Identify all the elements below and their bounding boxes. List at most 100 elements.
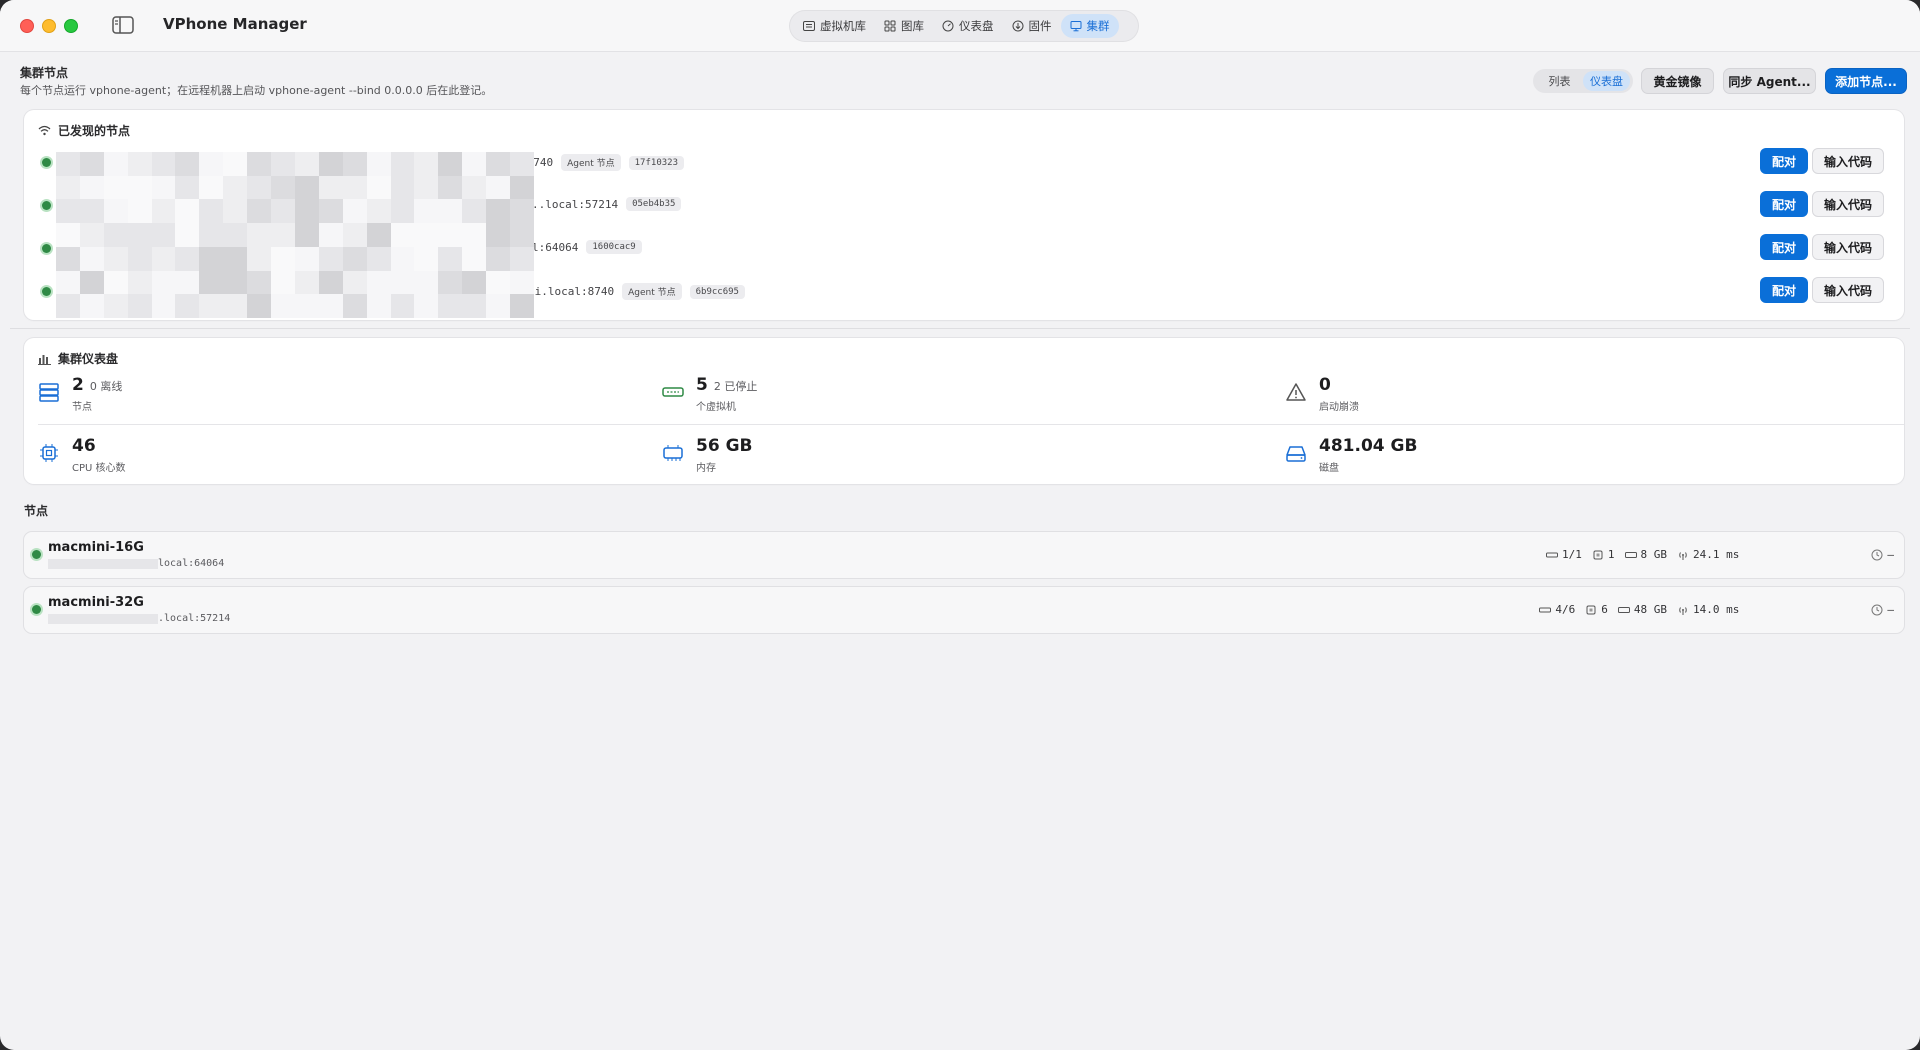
display-icon <box>1070 21 1081 32</box>
mosaic-cell <box>510 152 534 176</box>
mosaic-cell <box>438 270 463 295</box>
mosaic-cell <box>390 246 415 271</box>
redacted-hostnames <box>56 152 534 318</box>
enter-code-button[interactable]: 输入代码 <box>1812 277 1884 303</box>
tab-vm-library[interactable]: 虚拟机库 <box>794 14 875 38</box>
node-name: macmini-32G <box>48 595 144 610</box>
mosaic-cell <box>414 270 439 295</box>
node-vm-count: 1/1 <box>1562 548 1582 561</box>
mosaic-cell <box>366 152 391 176</box>
warning-triangle-icon <box>1286 383 1306 401</box>
node-id-tag: 17f10323 <box>628 155 684 170</box>
mosaic-cell <box>247 294 272 318</box>
mosaic-cell <box>486 246 511 271</box>
mosaic-cell <box>223 199 248 224</box>
mosaic-cell <box>342 223 367 247</box>
mosaic-cell <box>175 199 200 224</box>
discovered-nodes-title: 已发现的节点 <box>58 124 131 138</box>
agent-tag: Agent 节点 <box>622 283 682 300</box>
tab-cluster[interactable]: 集群 <box>1060 14 1119 38</box>
golden-image-button[interactable]: 黄金镜像 <box>1641 68 1714 94</box>
node-list-item[interactable]: macmini-16G local:64064 1/1 1 8 GB 24.1 … <box>24 532 1904 578</box>
pair-button[interactable]: 配对 <box>1760 234 1808 260</box>
mosaic-cell <box>414 199 439 224</box>
mosaic-cell <box>294 294 319 318</box>
sync-agent-button[interactable]: 同步 Agent... <box>1723 68 1816 94</box>
mosaic-cell <box>486 223 511 247</box>
redacted-host <box>48 558 158 569</box>
online-status-dot <box>42 201 51 210</box>
enter-code-button[interactable]: 输入代码 <box>1812 148 1884 174</box>
mosaic-cell <box>342 199 367 224</box>
pair-button[interactable]: 配对 <box>1760 148 1808 174</box>
enter-code-button[interactable]: 输入代码 <box>1812 234 1884 260</box>
mosaic-cell <box>127 223 152 247</box>
pair-button[interactable]: 配对 <box>1760 191 1808 217</box>
mosaic-cell <box>199 246 224 271</box>
mosaic-cell <box>103 199 128 224</box>
page-title: 集群节点 <box>20 66 69 80</box>
mosaic-cell <box>294 270 319 295</box>
mosaic-cell <box>151 223 176 247</box>
mosaic-cell <box>271 152 295 176</box>
node-address: local:64064 <box>158 558 225 569</box>
mosaic-cell <box>294 175 319 200</box>
tab-dashboard[interactable]: 仪表盘 <box>933 14 1003 38</box>
tab-label: 固件 <box>1028 19 1052 33</box>
bar-chart-icon <box>38 355 51 365</box>
mosaic-cell <box>103 175 128 200</box>
tab-label: 集群 <box>1086 19 1110 33</box>
mosaic-cell <box>151 199 176 224</box>
mosaic-cell <box>486 270 511 295</box>
grid-icon <box>884 20 896 32</box>
mosaic-cell <box>438 246 463 271</box>
mosaic-cell <box>199 199 224 224</box>
memory-chip-icon <box>1617 606 1630 613</box>
app-title: VPhone Manager <box>163 15 307 33</box>
mosaic-cell <box>318 152 343 176</box>
stat-label: 启动崩溃 <box>1319 402 1359 413</box>
mosaic-cell <box>199 223 224 247</box>
stat-value: 0 <box>1319 375 1331 395</box>
node-stats: 4/6 6 48 GB 14.0 ms — <box>1539 603 1894 616</box>
mosaic-cell <box>223 223 248 247</box>
mosaic-cell <box>56 246 80 271</box>
mosaic-cell <box>294 223 319 247</box>
mosaic-cell <box>342 270 367 295</box>
close-window-button[interactable] <box>20 19 34 33</box>
mosaic-cell <box>79 152 104 176</box>
mosaic-cell <box>56 175 80 200</box>
node-id-tag: 6b9cc695 <box>689 284 745 299</box>
sidebar-toggle-icon[interactable] <box>112 16 134 34</box>
zoom-window-button[interactable] <box>64 19 78 33</box>
agent-tag: Agent 节点 <box>561 154 621 171</box>
mosaic-cell <box>462 294 487 318</box>
disk-drive-icon <box>1286 446 1306 462</box>
pair-button[interactable]: 配对 <box>1760 277 1808 303</box>
view-dashboard-button[interactable]: 仪表盘 <box>1583 71 1630 91</box>
node-memory: 48 GB <box>1633 603 1668 616</box>
stat-value: 5 <box>696 375 708 395</box>
mosaic-cell <box>510 223 534 247</box>
tab-firmware[interactable]: 固件 <box>1003 14 1061 38</box>
mosaic-cell <box>414 152 439 176</box>
stat-memory: 56 GB 内存 <box>662 436 753 474</box>
node-list-item[interactable]: macmini-32G .local:57214 4/6 6 48 GB 14.… <box>24 587 1904 633</box>
mosaic-cell <box>390 152 415 176</box>
mosaic-cell <box>342 175 367 200</box>
mosaic-cell <box>271 270 295 295</box>
server-rack-icon <box>39 383 59 402</box>
mosaic-cell <box>318 223 343 247</box>
mosaic-cell <box>294 199 319 224</box>
cpu-chip-icon <box>1586 605 1596 614</box>
mosaic-cell <box>486 152 511 176</box>
enter-code-button[interactable]: 输入代码 <box>1812 191 1884 217</box>
tab-gallery[interactable]: 图库 <box>875 14 933 38</box>
mosaic-cell <box>151 246 176 271</box>
minimize-window-button[interactable] <box>42 19 56 33</box>
mosaic-cell <box>462 175 487 200</box>
view-list-button[interactable]: 列表 <box>1536 71 1583 91</box>
page-description: 每个节点运行 vphone-agent；在远程机器上启动 vphone-agen… <box>20 84 493 97</box>
mosaic-cell <box>247 175 272 200</box>
add-node-button[interactable]: 添加节点... <box>1825 68 1907 94</box>
